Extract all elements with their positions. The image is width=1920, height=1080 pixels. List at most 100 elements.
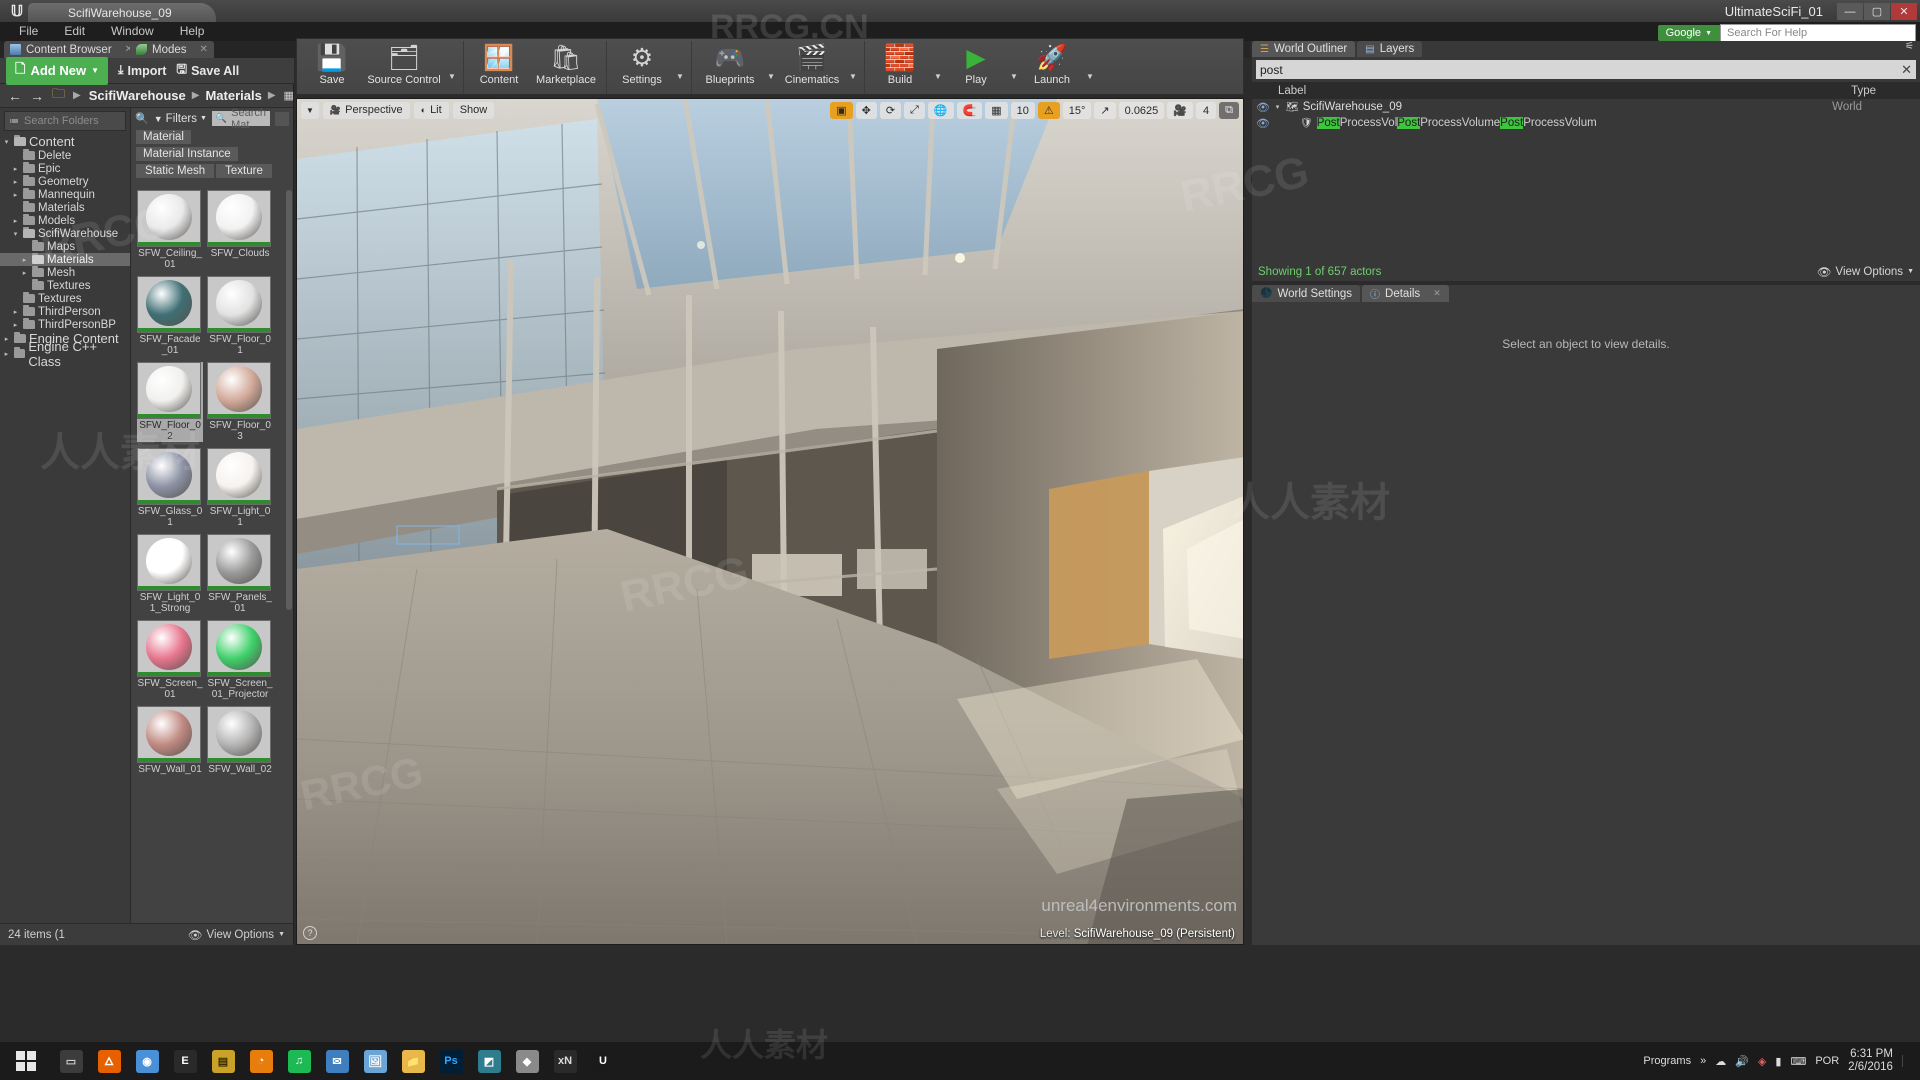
epic-games-icon[interactable]: E bbox=[166, 1042, 204, 1080]
antivirus-tray-icon[interactable]: ◈ bbox=[1758, 1055, 1766, 1068]
play-dropdown-arrow[interactable]: ▼ bbox=[1007, 41, 1021, 94]
expand-triangle-icon[interactable]: ▸ bbox=[11, 217, 20, 225]
photos-icon[interactable]: 🖼 bbox=[356, 1042, 394, 1080]
blueprints-button[interactable]: 🎮 Blueprints bbox=[696, 41, 764, 94]
table-row[interactable]: 👁 🛡 PostProcessVolPostProcessVolumePostP… bbox=[1252, 115, 1920, 131]
language-indicator[interactable]: POR bbox=[1815, 1055, 1839, 1067]
folder-tree-item-models[interactable]: ▸ Models bbox=[0, 214, 130, 227]
expand-triangle-icon[interactable]: ▾ bbox=[1273, 103, 1282, 111]
outliner-menu-icon[interactable]: ⚟ bbox=[1899, 41, 1920, 57]
add-new-button[interactable]: 🗋 Add New ▼ bbox=[6, 56, 108, 85]
tab-content-browser[interactable]: Content Browser ✕ bbox=[4, 41, 140, 58]
eye-icon[interactable]: 👁 bbox=[1256, 117, 1270, 130]
camera-speed-value[interactable]: 4 bbox=[1196, 102, 1216, 119]
expand-triangle-icon[interactable]: ▸ bbox=[11, 165, 20, 173]
notes-icon[interactable]: ▤ bbox=[204, 1042, 242, 1080]
asset-item[interactable]: SFW_Wall_01 bbox=[137, 706, 203, 775]
asset-item[interactable]: SFW_Floor_02 bbox=[137, 362, 204, 442]
asset-item[interactable]: SFW_Ceiling_01 bbox=[137, 190, 203, 270]
menu-file[interactable]: File bbox=[6, 22, 51, 41]
xnormal-icon[interactable]: xN bbox=[546, 1042, 584, 1080]
expand-triangle-icon[interactable]: ▸ bbox=[2, 335, 11, 343]
tab-world-settings[interactable]: 🌑 World Settings bbox=[1252, 285, 1361, 302]
firefox-icon[interactable]: 🜂 bbox=[90, 1042, 128, 1080]
spotify-icon[interactable]: ♫ bbox=[280, 1042, 318, 1080]
folder-search-input[interactable]: ≔ Search Folders bbox=[4, 111, 127, 131]
substance-icon[interactable]: ◆ bbox=[508, 1042, 546, 1080]
expand-triangle-icon[interactable]: ▸ bbox=[2, 350, 11, 358]
menu-help[interactable]: Help bbox=[167, 22, 218, 41]
folder-tree-item-textures[interactable]: Textures bbox=[0, 279, 130, 292]
folder-tree-item-materials[interactable]: ▸ Materials bbox=[0, 253, 131, 266]
folder-tree-item-delete[interactable]: Delete bbox=[0, 149, 130, 162]
asset-item[interactable]: SFW_Floor_01 bbox=[207, 276, 273, 356]
build-button[interactable]: 🧱 Build bbox=[869, 41, 931, 94]
blender-icon[interactable]: ◔ bbox=[242, 1042, 280, 1080]
minimize-button[interactable]: — bbox=[1837, 3, 1863, 20]
asset-item[interactable]: SFW_Panels_01 bbox=[207, 534, 273, 614]
folder-tree-item-textures[interactable]: Textures bbox=[0, 292, 130, 305]
filter-chip-material-instance[interactable]: Material Instance bbox=[136, 147, 238, 161]
window-tab[interactable]: ScifiWarehouse_09 bbox=[28, 3, 216, 22]
save-search-button[interactable] bbox=[275, 111, 289, 126]
onedrive-tray-icon[interactable]: ☁ bbox=[1715, 1055, 1726, 1068]
asset-item[interactable]: SFW_Floor_03 bbox=[207, 362, 273, 442]
show-desktop-button[interactable] bbox=[1901, 1055, 1912, 1067]
folder-tree-item-mannequin[interactable]: ▸ Mannequin bbox=[0, 188, 130, 201]
windows-start-icon[interactable] bbox=[0, 1042, 52, 1080]
perspective-button[interactable]: 🎥 Perspective bbox=[322, 101, 410, 119]
filters-button[interactable]: ▼ Filters ▼ bbox=[154, 113, 207, 125]
help-search-input[interactable]: Search For Help bbox=[1720, 24, 1916, 42]
column-label[interactable]: Label bbox=[1252, 85, 1452, 97]
expand-triangle-icon[interactable]: ▸ bbox=[20, 256, 29, 264]
asset-item[interactable]: SFW_Light_01_Strong bbox=[137, 534, 203, 614]
column-type[interactable]: Type bbox=[1851, 85, 1920, 97]
grid-snap-toggle-icon[interactable]: ▦ bbox=[985, 102, 1008, 119]
viewport-options-button[interactable]: ▼ bbox=[301, 101, 319, 119]
forward-arrow-icon[interactable]: → bbox=[30, 88, 44, 104]
close-icon[interactable]: ✕ bbox=[200, 44, 208, 55]
lock-icon[interactable]: ▦ bbox=[284, 89, 294, 102]
outliner-view-options-button[interactable]: 👁 View Options ▼ bbox=[1817, 265, 1914, 279]
breadcrumb-scifiwarehouse[interactable]: ScifiWarehouse bbox=[89, 88, 186, 103]
folder-tree-item-engine-c-class[interactable]: ▸ Engine C++ Class bbox=[0, 339, 130, 369]
translate-mode-icon[interactable]: ✥ bbox=[855, 102, 877, 119]
tab-details[interactable]: ⓘ Details ✕ bbox=[1362, 285, 1449, 302]
outliner-search-input[interactable]: post ✕ bbox=[1256, 60, 1916, 79]
asset-item[interactable]: SFW_Facade_01 bbox=[137, 276, 203, 356]
breadcrumb-materials[interactable]: Materials bbox=[205, 88, 261, 103]
source-control-dropdown-arrow[interactable]: ▼ bbox=[445, 41, 459, 94]
source-control-button[interactable]: 🗂 Source Control bbox=[363, 41, 445, 94]
content-button[interactable]: 🪟 Content bbox=[468, 41, 530, 94]
asset-item[interactable]: SFW_Screen_01 bbox=[137, 620, 203, 700]
folder-tree-item-geometry[interactable]: ▸ Geometry bbox=[0, 175, 130, 188]
import-button[interactable]: ⤓ Import bbox=[118, 63, 166, 78]
filter-chip-material[interactable]: Material bbox=[136, 130, 191, 144]
close-icon[interactable]: ✕ bbox=[1433, 288, 1441, 299]
unreal-icon[interactable]: U bbox=[584, 1042, 622, 1080]
expand-triangle-icon[interactable]: ▾ bbox=[11, 230, 20, 238]
chrome-icon[interactable]: ◉ bbox=[128, 1042, 166, 1080]
keyboard-tray-icon[interactable]: ⌨ bbox=[1790, 1055, 1806, 1068]
explorer-icon[interactable]: 📁 bbox=[394, 1042, 432, 1080]
cinematics-dropdown-arrow[interactable]: ▼ bbox=[846, 41, 860, 94]
back-arrow-icon[interactable]: ← bbox=[8, 88, 22, 104]
tree-toggle-icon[interactable]: ≔ bbox=[9, 116, 19, 127]
folder-tree-item-epic[interactable]: ▸ Epic bbox=[0, 162, 130, 175]
show-flags-button[interactable]: Show bbox=[452, 101, 495, 119]
folder-tree-item-thirdpersonbp[interactable]: ▸ ThirdPersonBP bbox=[0, 318, 130, 331]
menu-window[interactable]: Window bbox=[98, 22, 167, 41]
maximize-button[interactable]: ▢ bbox=[1864, 3, 1890, 20]
play-button[interactable]: ▶ Play bbox=[945, 41, 1007, 94]
save-button[interactable]: 💾 Save bbox=[301, 41, 363, 94]
folder-tree-item-thirdperson[interactable]: ▸ ThirdPerson bbox=[0, 305, 130, 318]
tab-modes[interactable]: Modes ✕ bbox=[130, 41, 214, 58]
marketplace-button[interactable]: 🛍 Marketplace bbox=[530, 41, 602, 94]
cinematics-button[interactable]: 🎬 Cinematics bbox=[778, 41, 846, 94]
network-tray-icon[interactable]: ▮ bbox=[1775, 1055, 1781, 1068]
task-view-icon[interactable]: ▭ bbox=[52, 1042, 90, 1080]
expand-triangle-icon[interactable]: ▾ bbox=[2, 138, 11, 146]
asset-item[interactable]: SFW_Light_01 bbox=[207, 448, 273, 528]
photoshop-icon[interactable]: Ps bbox=[432, 1042, 470, 1080]
select-mode-icon[interactable]: ▣ bbox=[830, 102, 853, 119]
